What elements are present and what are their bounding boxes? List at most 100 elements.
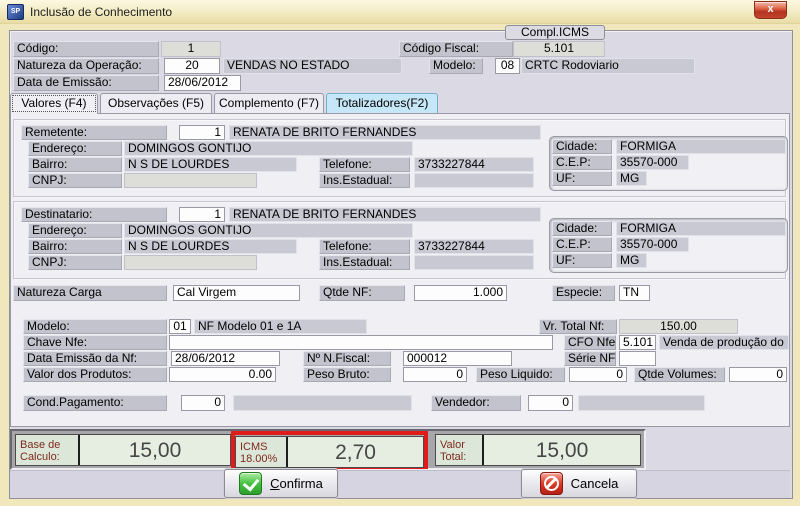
remetente-cep-label: C.E.P: xyxy=(552,155,612,170)
remetente-uf-field: MG xyxy=(616,171,647,186)
cond-pagamento-field[interactable]: 0 xyxy=(181,395,225,411)
modelo-header-code-field[interactable]: 08 xyxy=(495,58,520,74)
destinatario-cnpj-label: CNPJ: xyxy=(28,255,122,270)
natureza-operacao-label: Natureza da Operação: xyxy=(13,58,159,74)
qtde-volumes-field[interactable]: 0 xyxy=(729,367,787,382)
cfo-nfe-desc-field: Venda de produção do xyxy=(659,335,789,350)
destinatario-cnpj-field xyxy=(124,255,257,270)
chave-nfe-field[interactable] xyxy=(169,335,553,350)
cfo-nfe-code-field[interactable]: 5.101 xyxy=(619,335,656,350)
natureza-carga-label: Natureza Carga xyxy=(13,285,167,301)
app-icon: SP xyxy=(7,4,24,20)
serie-nf-field[interactable] xyxy=(619,351,656,366)
destinatario-ins-estadual-field xyxy=(414,255,534,270)
base-calculo-cell: Base deCalculo: 15,00 xyxy=(15,434,231,466)
vendedor-label: Vendedor: xyxy=(431,395,521,411)
window-title: Inclusão de Conhecimento xyxy=(30,5,172,19)
confirma-button[interactable]: Confirma xyxy=(224,469,338,498)
valor-total-cell: ValorTotal: 15,00 xyxy=(435,434,641,466)
modelo-nf-label: Modelo: xyxy=(23,319,167,334)
remetente-cidade-label: Cidade: xyxy=(552,139,612,154)
remetente-cep-field: 35570-000 xyxy=(616,155,689,170)
destinatario-code-field[interactable]: 1 xyxy=(179,207,225,222)
valor-produtos-label: Valor dos Produtos: xyxy=(23,367,167,382)
data-emissao-nf-field[interactable]: 28/06/2012 xyxy=(171,351,280,366)
vr-total-nf-field: 150.00 xyxy=(619,319,738,334)
remetente-name-field: RENATA DE BRITO FERNANDES xyxy=(229,125,541,140)
cfo-nfe-label: CFO Nfe: xyxy=(564,335,616,350)
codigo-field: 1 xyxy=(161,41,221,57)
num-fiscal-label: Nº N.Fiscal: xyxy=(303,351,391,366)
remetente-ins-estadual-label: Ins.Estadual: xyxy=(319,173,410,188)
remetente-cidade-field: FORMIGA xyxy=(616,139,786,154)
compl-icms-button[interactable]: Compl.ICMS xyxy=(505,25,605,40)
destinatario-endereco-field: DOMINGOS GONTIJO xyxy=(124,223,413,238)
valor-produtos-field[interactable]: 0.00 xyxy=(169,367,276,382)
valor-total-label: ValorTotal: xyxy=(436,435,484,465)
data-emissao-nf-label: Data Emissão da Nf: xyxy=(23,351,167,366)
chave-nfe-label: Chave Nfe: xyxy=(23,335,167,350)
qtde-volumes-label: Qtde Volumes: xyxy=(634,367,725,382)
app-window: SP Inclusão de Conhecimento x Compl.ICMS… xyxy=(0,0,800,506)
destinatario-uf-field: MG xyxy=(616,253,647,268)
natureza-operacao-code-field[interactable]: 20 xyxy=(164,58,220,74)
check-icon xyxy=(239,472,262,495)
remetente-cnpj-label: CNPJ: xyxy=(28,173,122,188)
tab-observacoes[interactable]: Observações (F5) xyxy=(100,93,212,113)
icms-label: ICMS18.00% xyxy=(236,437,288,467)
icms-cell: ICMS18.00% 2,70 xyxy=(235,436,424,468)
valor-total-value: 15,00 xyxy=(484,435,640,465)
destinatario-cidade-field: FORMIGA xyxy=(616,221,786,236)
destinatario-label: Destinatario: xyxy=(21,207,167,222)
qtde-nf-field[interactable]: 1.000 xyxy=(414,285,507,301)
remetente-bairro-label: Bairro: xyxy=(28,157,122,172)
destinatario-bairro-field: N S DE LOURDES xyxy=(124,239,297,254)
remetente-ins-estadual-field xyxy=(414,173,534,188)
icms-value: 2,70 xyxy=(288,437,423,467)
serie-nf-label: Série NF: xyxy=(564,351,616,366)
peso-bruto-field[interactable]: 0 xyxy=(403,367,467,382)
remetente-endereco-field: DOMINGOS GONTIJO xyxy=(124,141,413,156)
especie-field[interactable]: TN xyxy=(619,285,650,301)
codigo-fiscal-label: Código Fiscal: xyxy=(399,41,513,57)
codigo-label: Código: xyxy=(13,41,159,57)
close-icon[interactable]: x xyxy=(754,1,787,19)
tab-complemento[interactable]: Complemento (F7) xyxy=(214,93,324,113)
titlebar: SP Inclusão de Conhecimento xyxy=(0,0,800,24)
base-calculo-label: Base deCalculo: xyxy=(16,435,80,465)
data-emissao-field[interactable]: 28/06/2012 xyxy=(164,75,241,91)
remetente-uf-label: UF: xyxy=(552,171,612,186)
remetente-cnpj-field xyxy=(124,173,257,188)
destinatario-endereco-label: Endereço: xyxy=(28,223,122,238)
tab-valores[interactable]: Valores (F4) xyxy=(10,93,98,114)
remetente-code-field[interactable]: 1 xyxy=(179,125,225,140)
form-panel: Código: 1 Código Fiscal: 5.101 Natureza … xyxy=(9,30,793,499)
cond-pagamento-desc-field xyxy=(233,395,412,411)
tab-totalizadores[interactable]: Totalizadores(F2) xyxy=(326,93,438,113)
modelo-nf-desc-field: NF Modelo 01 e 1A xyxy=(194,319,367,334)
vendedor-desc-field xyxy=(578,395,705,411)
remetente-telefone-label: Telefone: xyxy=(319,157,410,172)
destinatario-cep-field: 35570-000 xyxy=(616,237,689,252)
modelo-header-label: Modelo: xyxy=(429,58,483,74)
cond-pagamento-label: Cond.Pagamento: xyxy=(23,395,167,411)
data-emissao-label: Data de Emissão: xyxy=(13,75,159,91)
peso-liquido-field[interactable]: 0 xyxy=(569,367,627,382)
cancela-button[interactable]: Cancela xyxy=(521,469,637,498)
destinatario-bairro-label: Bairro: xyxy=(28,239,122,254)
destinatario-telefone-field: 3733227844 xyxy=(414,239,534,254)
destinatario-ins-estadual-label: Ins.Estadual: xyxy=(319,255,410,270)
confirma-button-label: Confirma xyxy=(270,476,323,491)
num-fiscal-field[interactable]: 000012 xyxy=(403,351,512,366)
destinatario-telefone-label: Telefone: xyxy=(319,239,410,254)
modelo-header-desc-field: CRTC Rodoviario xyxy=(521,58,695,74)
destinatario-cidade-label: Cidade: xyxy=(552,221,612,236)
remetente-endereco-label: Endereço: xyxy=(28,141,122,156)
icms-highlight-border: ICMS18.00% 2,70 xyxy=(231,431,428,469)
modelo-nf-code-field[interactable]: 01 xyxy=(169,319,191,334)
vendedor-field[interactable]: 0 xyxy=(528,395,573,411)
cancel-icon xyxy=(540,472,563,495)
button-bar xyxy=(10,470,790,498)
remetente-bairro-field: N S DE LOURDES xyxy=(124,157,297,172)
natureza-carga-field[interactable]: Cal Virgem xyxy=(173,285,300,301)
